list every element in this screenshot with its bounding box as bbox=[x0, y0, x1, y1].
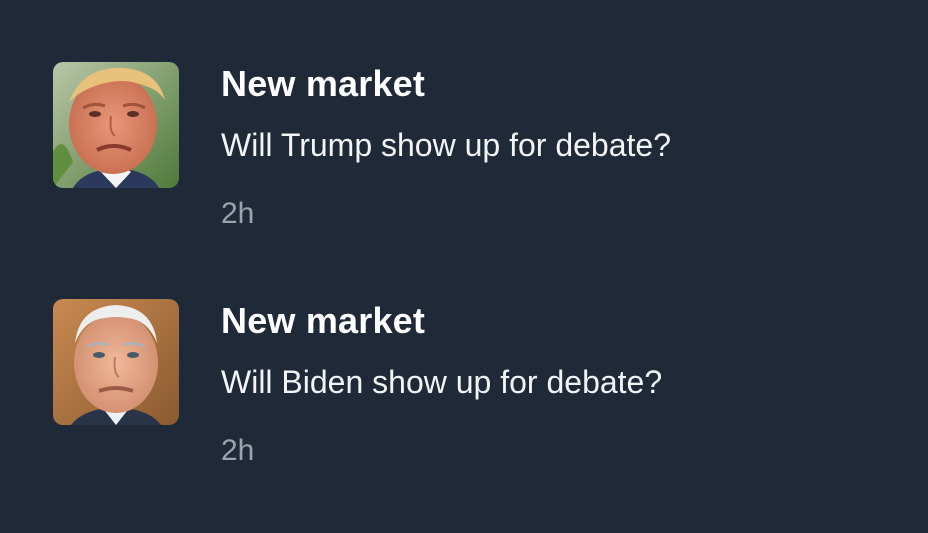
notification-item-biden[interactable]: New market Will Biden show up for debate… bbox=[0, 237, 928, 467]
market-question: Will Biden show up for debate? bbox=[221, 364, 663, 400]
avatar-trump[interactable] bbox=[53, 62, 179, 188]
notification-title: New market bbox=[221, 63, 426, 104]
notification-item-trump[interactable]: New market Will Trump show up for debate… bbox=[0, 0, 928, 230]
market-question: Will Trump show up for debate? bbox=[221, 127, 671, 163]
trump-portrait-image bbox=[53, 62, 179, 188]
biden-portrait-image bbox=[53, 299, 179, 425]
notification-time: 2h bbox=[221, 197, 255, 230]
notification-feed: New market Will Trump show up for debate… bbox=[0, 0, 928, 533]
notification-time: 2h bbox=[221, 434, 255, 467]
avatar-biden[interactable] bbox=[53, 299, 179, 425]
notification-title: New market bbox=[221, 300, 426, 341]
